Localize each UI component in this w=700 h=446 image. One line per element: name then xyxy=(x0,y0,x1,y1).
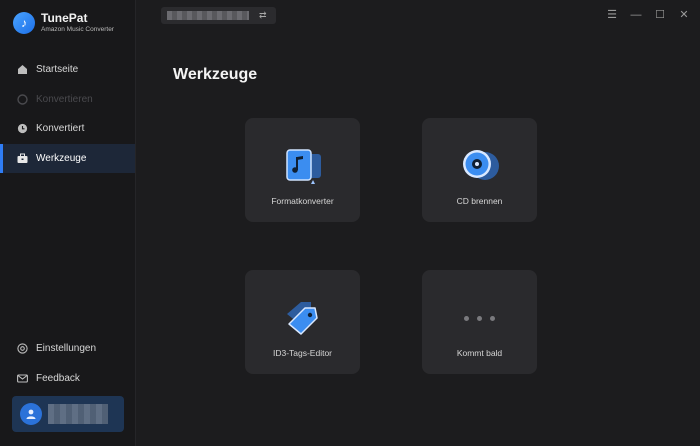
account-switcher[interactable]: ⇄ xyxy=(161,7,276,24)
close-icon[interactable]: ✕ xyxy=(678,8,690,22)
tool-label: Formatkonverter xyxy=(271,196,334,206)
minimize-icon[interactable]: — xyxy=(630,8,642,22)
sidebar-item-label: Konvertieren xyxy=(36,93,93,105)
format-converter-icon xyxy=(281,144,325,188)
window-controls: ☰ — ☐ ✕ xyxy=(606,8,690,22)
mail-icon xyxy=(17,373,28,384)
sidebar: ♪ TunePat Amazon Music Converter Startse… xyxy=(0,0,136,446)
swap-icon[interactable]: ⇄ xyxy=(259,10,267,21)
sidebar-item-werkzeuge[interactable]: Werkzeuge xyxy=(0,143,135,173)
app-name: TunePat xyxy=(41,11,88,25)
avatar-icon xyxy=(20,403,42,425)
tool-card-id3-tags-editor[interactable]: ID3-Tags-Editor xyxy=(245,270,360,374)
app-logo: ♪ TunePat Amazon Music Converter xyxy=(13,12,114,34)
tag-editor-icon xyxy=(281,296,325,340)
tool-label: CD brennen xyxy=(456,196,503,206)
sidebar-item-einstellungen[interactable]: Einstellungen xyxy=(0,334,135,364)
user-name-redacted xyxy=(48,404,108,424)
tool-card-formatkonverter[interactable]: Formatkonverter xyxy=(245,118,360,222)
tool-label: ID3-Tags-Editor xyxy=(272,348,333,358)
music-note-icon: ♪ xyxy=(13,12,35,34)
tool-label: Kommt bald xyxy=(456,348,503,358)
sidebar-item-label: Einstellungen xyxy=(36,343,97,355)
maximize-icon[interactable]: ☐ xyxy=(654,8,666,22)
user-account-card[interactable] xyxy=(12,396,124,432)
page-title: Werkzeuge xyxy=(173,66,258,83)
sidebar-item-konvertieren[interactable]: Konvertieren xyxy=(0,85,135,115)
cd-burn-icon xyxy=(458,144,502,188)
sidebar-bottom-nav: Einstellungen Feedback xyxy=(0,334,135,393)
clock-icon xyxy=(17,123,28,134)
settings-icon xyxy=(17,343,28,354)
more-dots-icon xyxy=(458,296,502,340)
sidebar-item-feedback[interactable]: Feedback xyxy=(0,364,135,394)
tool-card-kommt-bald: Kommt bald xyxy=(422,270,537,374)
app-subtitle: Amazon Music Converter xyxy=(41,26,114,33)
sidebar-nav: Startseite Konvertieren Konvertiert Werk… xyxy=(0,55,135,173)
sidebar-item-label: Feedback xyxy=(36,372,80,384)
sidebar-item-startseite[interactable]: Startseite xyxy=(0,55,135,85)
sidebar-item-label: Konvertiert xyxy=(36,123,85,135)
toolbox-icon xyxy=(17,153,28,164)
sidebar-item-label: Werkzeuge xyxy=(36,152,87,164)
home-icon xyxy=(17,64,28,75)
tool-card-cd-brennen[interactable]: CD brennen xyxy=(422,118,537,222)
account-name-redacted xyxy=(167,11,249,20)
convert-icon xyxy=(17,94,28,105)
menu-icon[interactable]: ☰ xyxy=(606,8,618,22)
sidebar-item-konvertiert[interactable]: Konvertiert xyxy=(0,114,135,144)
sidebar-item-label: Startseite xyxy=(36,64,79,76)
